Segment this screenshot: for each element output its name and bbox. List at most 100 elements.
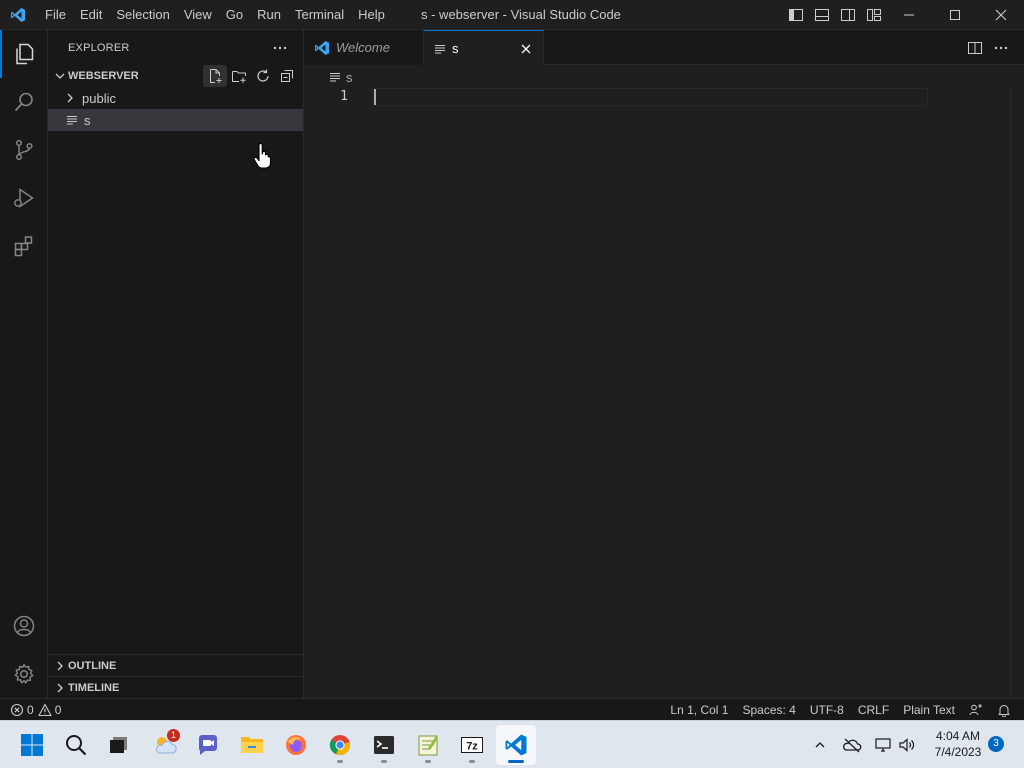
menu-selection[interactable]: Selection — [109, 0, 176, 30]
error-icon — [10, 703, 24, 717]
teams-chat-icon[interactable] — [188, 725, 228, 765]
clock-time: 4:04 AM — [935, 729, 981, 743]
problems-indicator[interactable]: 0 0 — [0, 699, 61, 721]
terminal-icon[interactable] — [364, 725, 404, 765]
show-hidden-icons-icon[interactable] — [810, 721, 830, 768]
editor-tabs: Welcome s — [304, 30, 1024, 66]
vscode-taskbar-icon[interactable] — [496, 725, 536, 765]
cursor-position[interactable]: Ln 1, Col 1 — [663, 699, 735, 721]
customize-layout-icon[interactable] — [861, 0, 887, 30]
onedrive-offline-icon[interactable] — [840, 721, 864, 768]
editor-actions — [962, 30, 1014, 65]
end-of-line[interactable]: CRLF — [851, 699, 896, 721]
notifications-bell-icon[interactable] — [990, 699, 1018, 721]
weather-badge: 1 — [167, 729, 180, 742]
current-line-highlight — [372, 88, 928, 106]
close-window-icon[interactable] — [978, 0, 1024, 30]
layout-controls — [783, 0, 887, 30]
explorer-actions — [203, 65, 299, 87]
breadcrumb[interactable]: s — [304, 66, 353, 88]
run-and-debug-icon[interactable] — [0, 174, 48, 222]
chevron-right-icon — [62, 87, 78, 109]
menu-go[interactable]: Go — [219, 0, 250, 30]
firefox-icon[interactable] — [276, 725, 316, 765]
encoding[interactable]: UTF-8 — [803, 699, 851, 721]
maximize-icon[interactable] — [932, 0, 978, 30]
start-icon[interactable] — [12, 725, 52, 765]
tab-s[interactable]: s — [424, 30, 544, 66]
indentation[interactable]: Spaces: 4 — [735, 699, 802, 721]
notepad-plus-plus-icon[interactable] — [408, 725, 448, 765]
sidebar-bottom-sections: OUTLINE TIMELINE — [48, 654, 303, 698]
network-icon[interactable] — [872, 721, 894, 768]
new-file-icon[interactable] — [203, 65, 227, 87]
hand-pointer-icon — [253, 143, 271, 169]
window-controls — [886, 0, 1024, 30]
7zip-icon[interactable]: 7z — [452, 725, 492, 765]
task-view-icon[interactable] — [99, 725, 139, 765]
file-explorer-icon[interactable] — [232, 725, 272, 765]
close-tab-icon[interactable] — [519, 39, 534, 59]
tab-welcome[interactable]: Welcome — [304, 30, 424, 65]
menu-view[interactable]: View — [177, 0, 219, 30]
timeline-label: TIMELINE — [68, 681, 120, 694]
tree-item-s[interactable]: s — [48, 109, 303, 131]
sidebar-title: EXPLORER — [68, 41, 130, 54]
outline-label: OUTLINE — [68, 659, 117, 672]
warning-icon — [38, 703, 52, 717]
notification-count-badge[interactable]: 3 — [988, 736, 1004, 752]
system-clock[interactable]: 4:04 AM 7/4/2023 — [925, 728, 991, 760]
accounts-icon[interactable] — [0, 602, 48, 650]
error-count: 0 — [27, 702, 34, 717]
volume-icon[interactable] — [896, 721, 918, 768]
workspace-folder-name: WEBSERVER — [68, 70, 139, 82]
more-actions-icon[interactable] — [988, 35, 1014, 61]
explorer-icon[interactable] — [0, 30, 48, 78]
title-bar: File Edit Selection View Go Run Terminal… — [0, 0, 1024, 30]
split-editor-icon[interactable] — [962, 35, 988, 61]
collapse-folders-icon[interactable] — [275, 65, 299, 87]
editor-scrollbar[interactable] — [1010, 88, 1024, 698]
menu-run[interactable]: Run — [250, 0, 288, 30]
taskbar-search-icon[interactable] — [56, 725, 96, 765]
menu-terminal[interactable]: Terminal — [288, 0, 351, 30]
tree-item-label: s — [84, 112, 91, 128]
code-editor[interactable]: 1 — [304, 88, 1024, 698]
text-cursor — [374, 89, 376, 105]
warning-count: 0 — [54, 702, 62, 717]
running-indicator — [508, 760, 524, 763]
svg-text:7z: 7z — [466, 741, 478, 753]
refresh-icon[interactable] — [251, 65, 275, 87]
menu-file[interactable]: File — [38, 0, 73, 30]
source-control-icon[interactable] — [0, 126, 48, 174]
file-text-icon — [434, 41, 446, 57]
chevron-down-icon — [48, 70, 68, 82]
chevron-right-icon — [48, 660, 68, 672]
feedback-icon[interactable] — [962, 699, 990, 721]
minimize-icon[interactable] — [886, 0, 932, 30]
toggle-secondary-sidebar-icon[interactable] — [835, 0, 861, 30]
window-title: s - webserver - Visual Studio Code — [421, 7, 621, 22]
more-actions-icon[interactable] — [271, 39, 289, 57]
weather-icon[interactable] — [146, 725, 186, 765]
chrome-icon[interactable] — [320, 725, 360, 765]
explorer-sidebar: EXPLORER WEBSERVER public s OUTLINE TIME… — [48, 30, 304, 698]
menu-bar: File Edit Selection View Go Run Terminal… — [38, 0, 392, 30]
language-mode[interactable]: Plain Text — [896, 699, 962, 721]
breadcrumb-file: s — [346, 69, 353, 85]
toggle-primary-sidebar-icon[interactable] — [783, 0, 809, 30]
menu-edit[interactable]: Edit — [73, 0, 109, 30]
workspace-folder-header[interactable]: WEBSERVER — [48, 65, 303, 87]
status-bar: 0 0 Ln 1, Col 1 Spaces: 4 UTF-8 CRLF Pla… — [0, 698, 1024, 720]
menu-help[interactable]: Help — [351, 0, 392, 30]
tree-item-public[interactable]: public — [48, 87, 303, 109]
toggle-panel-icon[interactable] — [809, 0, 835, 30]
tab-label: Welcome — [336, 40, 390, 55]
extensions-icon[interactable] — [0, 222, 48, 270]
new-folder-icon[interactable] — [227, 65, 251, 87]
search-icon[interactable] — [0, 78, 48, 126]
outline-section-header[interactable]: OUTLINE — [48, 654, 303, 676]
tree-item-label: public — [82, 90, 116, 106]
timeline-section-header[interactable]: TIMELINE — [48, 676, 303, 698]
manage-gear-icon[interactable] — [0, 650, 48, 698]
